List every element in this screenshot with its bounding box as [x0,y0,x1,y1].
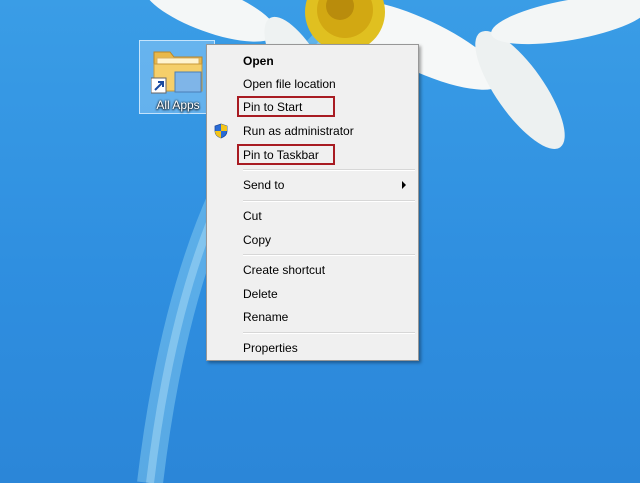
menu-separator [243,169,415,171]
pin-to-taskbar-highlight-box [237,144,335,165]
menu-item-run-as-administrator[interactable]: Run as administrator [243,121,354,141]
menu-item-open[interactable]: Open [243,51,274,71]
menu-item-cut[interactable]: Cut [243,206,262,226]
menu-item-delete[interactable]: Delete [243,284,278,304]
all-apps-shortcut[interactable]: All Apps [139,40,215,114]
folder-shortcut-icon [151,51,203,94]
menu-item-open-file-location[interactable]: Open file location [243,74,336,94]
icon-label: All Apps [156,98,200,112]
menu-item-send-to[interactable]: Send to [243,175,284,195]
submenu-arrow-icon [402,181,406,189]
context-menu: Open Open file location Pin to Start Run… [206,44,419,361]
pin-to-start-highlight-box [237,96,335,117]
menu-item-properties[interactable]: Properties [243,338,298,358]
menu-separator [243,254,415,256]
menu-separator [243,332,415,334]
menu-item-rename[interactable]: Rename [243,307,288,327]
uac-shield-icon [214,123,228,139]
menu-item-copy[interactable]: Copy [243,230,271,250]
menu-item-create-shortcut[interactable]: Create shortcut [243,260,325,280]
menu-separator [243,200,415,202]
